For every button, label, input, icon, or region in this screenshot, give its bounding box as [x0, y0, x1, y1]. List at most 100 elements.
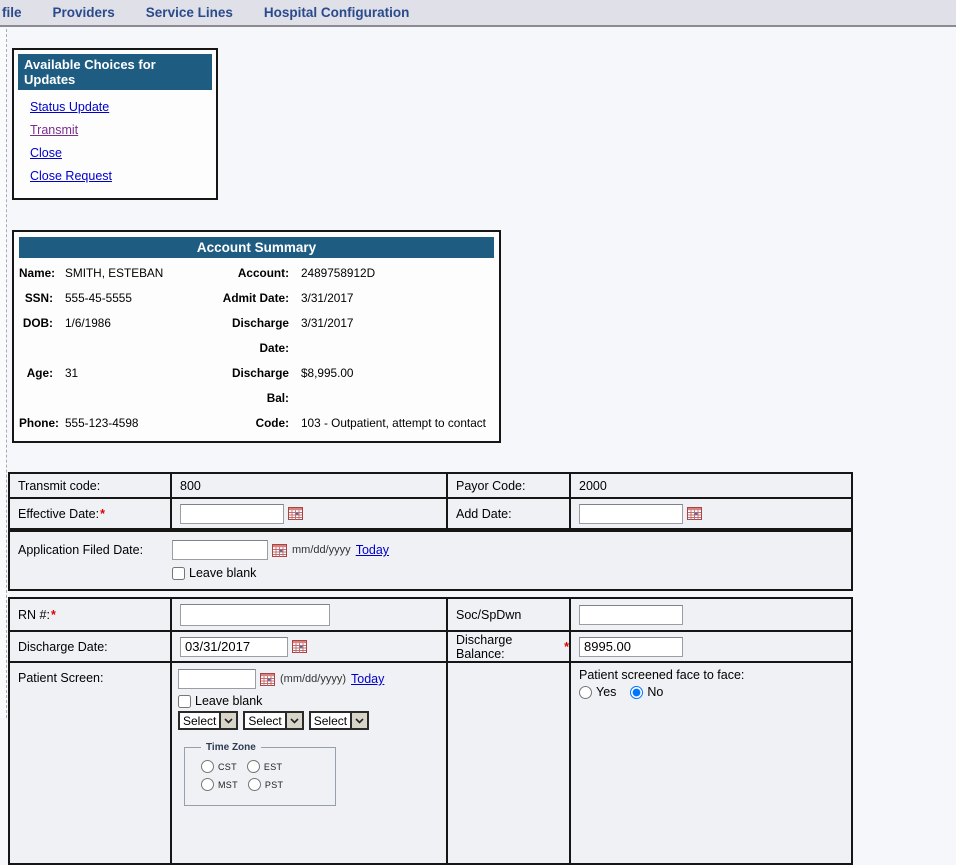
timezone-fieldset: Time Zone CST EST MST PST — [184, 742, 336, 806]
calendar-icon[interactable] — [260, 673, 275, 686]
summary-value: 1/6/1986 — [65, 311, 215, 361]
summary-label: Discharge Bal: — [215, 361, 301, 411]
summary-row: SSN: 555-45-5555 Admit Date: 3/31/2017 — [19, 286, 494, 311]
rn-number-label: RN #:* — [10, 599, 172, 630]
add-date-input[interactable] — [579, 504, 683, 524]
radio-cst-label: CST — [218, 762, 237, 772]
soc-spdwn-cell — [571, 599, 851, 630]
link-close[interactable]: Close — [30, 146, 212, 160]
link-transmit[interactable]: Transmit — [30, 123, 212, 137]
chevron-down-icon — [219, 713, 236, 728]
summary-value: 2489758912D — [301, 261, 494, 286]
account-summary-title: Account Summary — [19, 237, 494, 258]
main-content: Available Choices for Updates Status Upd… — [8, 29, 956, 865]
radio-yes[interactable] — [579, 686, 592, 699]
patient-screen-date-input[interactable] — [178, 669, 256, 689]
summary-value: 103 - Outpatient, attempt to contact — [301, 411, 494, 436]
leave-blank-label: Leave blank — [189, 566, 256, 580]
patient-screen-select-2[interactable]: Select — [243, 711, 303, 730]
add-date-cell — [571, 499, 851, 528]
discharge-date-input[interactable] — [180, 637, 288, 657]
summary-value: 3/31/2017 — [301, 311, 494, 361]
left-gutter-divider — [0, 29, 7, 718]
radio-pst-label: PST — [265, 780, 283, 790]
summary-label: Age: — [19, 361, 65, 411]
effective-date-cell — [172, 499, 448, 528]
radio-mst-label: MST — [218, 780, 238, 790]
effective-date-label: Effective Date:* — [10, 499, 172, 528]
available-choices-title: Available Choices for Updates — [18, 54, 212, 90]
today-link[interactable]: Today — [351, 672, 384, 686]
leave-blank-label: Leave blank — [195, 694, 262, 708]
nav-item-providers[interactable]: Providers — [53, 5, 115, 20]
summary-label: SSN: — [19, 286, 65, 311]
leave-blank-checkbox[interactable] — [172, 567, 185, 580]
calendar-icon[interactable] — [292, 640, 307, 653]
chevron-down-icon — [285, 713, 302, 728]
summary-row: Age: 31 Discharge Bal: $8,995.00 — [19, 361, 494, 411]
application-filed-date-input[interactable] — [172, 540, 268, 560]
patient-screen-select-1[interactable]: Select — [178, 711, 238, 730]
effective-date-input[interactable] — [180, 504, 284, 524]
calendar-icon[interactable] — [272, 544, 287, 557]
payor-code-label: Payor Code: — [448, 474, 571, 497]
rn-number-input[interactable] — [180, 604, 330, 626]
summary-label: Admit Date: — [215, 286, 301, 311]
nav-item-hospital-configuration[interactable]: Hospital Configuration — [264, 5, 410, 20]
link-close-request[interactable]: Close Request — [30, 169, 212, 183]
required-mark: * — [564, 640, 569, 654]
link-status-update[interactable]: Status Update — [30, 100, 212, 114]
select-value: Select — [245, 713, 284, 728]
chevron-down-icon — [350, 713, 367, 728]
required-mark: * — [51, 608, 56, 622]
summary-row: Name: SMITH, ESTEBAN Account: 2489758912… — [19, 261, 494, 286]
soc-spdwn-label: Soc/SpDwn — [448, 599, 571, 630]
face-to-face-cell: Patient screened face to face: Yes No — [571, 663, 851, 863]
summary-label: Code: — [215, 411, 301, 436]
nav-item-service-lines[interactable]: Service Lines — [146, 5, 233, 20]
face-to-face-label: Patient screened face to face: — [579, 668, 843, 682]
available-choices-panel: Available Choices for Updates Status Upd… — [12, 48, 218, 200]
select-value: Select — [180, 713, 219, 728]
radio-no[interactable] — [630, 686, 643, 699]
calendar-icon[interactable] — [687, 507, 702, 520]
transmit-form-table: Transmit code: 800 Payor Code: 2000 Effe… — [8, 472, 853, 591]
discharge-date-label: Discharge Date: — [10, 632, 172, 661]
application-filed-date-label: Application Filed Date: — [10, 532, 172, 589]
summary-row: Phone: 555-123-4598 Code: 103 - Outpatie… — [19, 411, 494, 436]
radio-pst[interactable] — [248, 778, 261, 791]
rn-number-cell — [172, 599, 448, 630]
summary-label: DOB: — [19, 311, 65, 361]
summary-value: SMITH, ESTEBAN — [65, 261, 215, 286]
transmit-code-label: Transmit code: — [10, 474, 172, 497]
payor-code-value: 2000 — [571, 474, 851, 497]
top-nav: file Providers Service Lines Hospital Co… — [0, 0, 956, 27]
timezone-legend: Time Zone — [201, 742, 261, 753]
calendar-icon[interactable] — [288, 507, 303, 520]
radio-cst[interactable] — [201, 760, 214, 773]
patient-screen-select-3[interactable]: Select — [309, 711, 369, 730]
leave-blank-checkbox[interactable] — [178, 695, 191, 708]
detail-form-table: RN #:* Soc/SpDwn Discharge Date: Dischar… — [8, 597, 853, 865]
radio-mst[interactable] — [201, 778, 214, 791]
discharge-date-cell — [172, 632, 448, 661]
today-link[interactable]: Today — [356, 543, 389, 557]
discharge-balance-input[interactable] — [579, 637, 683, 657]
summary-value: $8,995.00 — [301, 361, 494, 411]
summary-label: Phone: — [19, 411, 65, 436]
summary-label: Account: — [215, 261, 301, 286]
transmit-code-value: 800 — [172, 474, 448, 497]
radio-no-label: No — [647, 685, 663, 699]
patient-screen-cell: (mm/dd/yyyy) Today Leave blank Select Se… — [172, 663, 448, 863]
add-date-label: Add Date: — [448, 499, 571, 528]
radio-est[interactable] — [247, 760, 260, 773]
date-format-hint: (mm/dd/yyyy) — [280, 673, 346, 685]
empty-cell — [448, 663, 571, 863]
soc-spdwn-input[interactable] — [579, 605, 683, 625]
radio-yes-label: Yes — [596, 685, 616, 699]
nav-item-file[interactable]: file — [2, 5, 22, 20]
summary-value: 555-45-5555 — [65, 286, 215, 311]
summary-label: Name: — [19, 261, 65, 286]
summary-label: Discharge Date: — [215, 311, 301, 361]
required-mark: * — [100, 507, 105, 521]
